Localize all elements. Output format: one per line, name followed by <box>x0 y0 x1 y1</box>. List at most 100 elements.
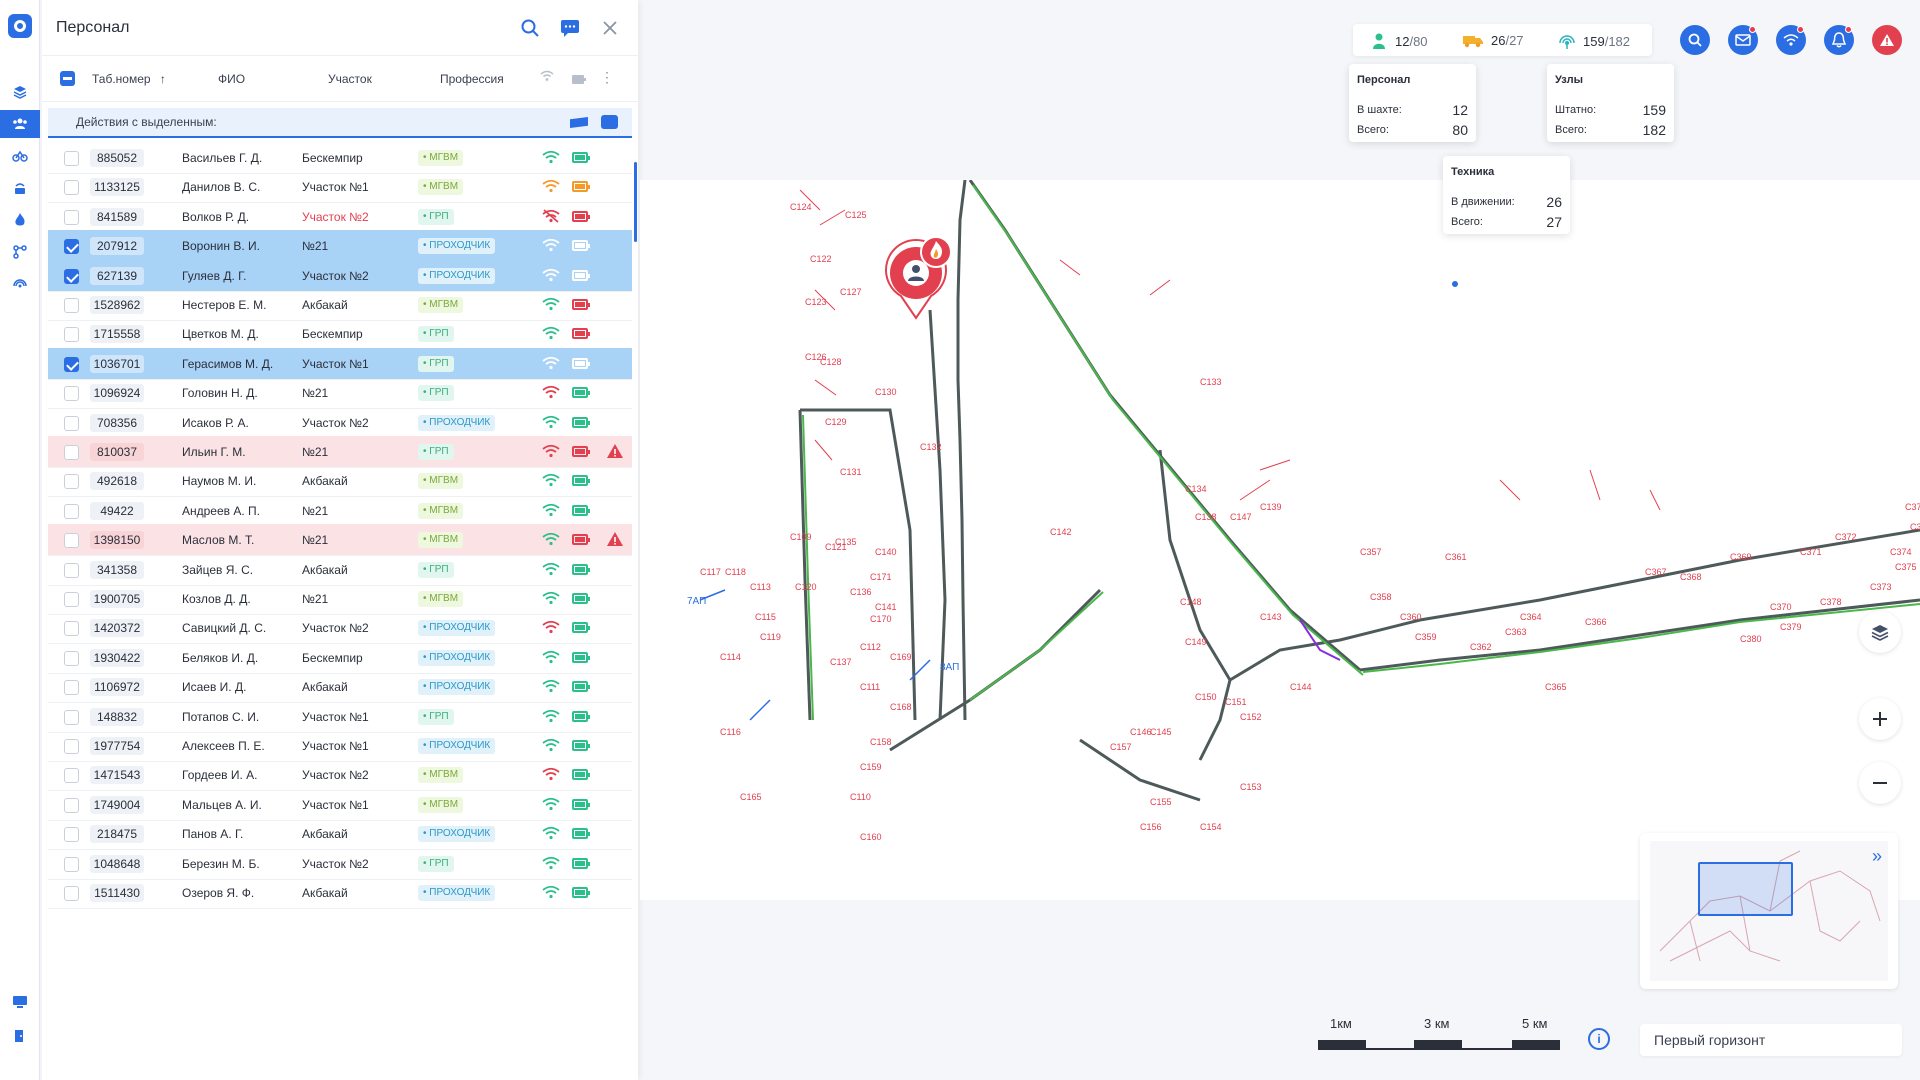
table-row[interactable]: 207912 Воронин В. И. №21 • ПРОХОДЧИК <box>48 230 632 263</box>
column-profession[interactable]: Профессия <box>440 72 504 86</box>
row-checkbox[interactable] <box>64 739 79 754</box>
chevron-double-right-icon[interactable]: » <box>1864 843 1890 869</box>
table-row[interactable]: 1420372 Савицкий Д. С. Участок №2 • ПРОХОДЧ… <box>48 612 632 645</box>
info-icon[interactable]: i <box>1588 1028 1610 1050</box>
table-row[interactable]: 492618 Наумов М. И. Акбакай • МГВМ <box>48 465 632 498</box>
horizon-select[interactable]: Первый горизонт <box>1640 1024 1902 1056</box>
zoom-out-button[interactable] <box>1859 762 1901 804</box>
column-site[interactable]: Участок <box>328 72 372 86</box>
zoom-in-button[interactable] <box>1859 698 1901 740</box>
table-row[interactable]: 1398150 Маслов М. Т. №21 • МГВМ <box>48 524 632 557</box>
table-row[interactable]: 1048648 Березин М. Б. Участок №2 • ГРП <box>48 848 632 880</box>
row-checkbox[interactable] <box>64 562 79 578</box>
app-logo-icon[interactable] <box>8 14 32 38</box>
search-icon[interactable] <box>516 14 544 42</box>
layers-button[interactable] <box>1859 611 1901 653</box>
column-tab-number[interactable]: Таб.номер ↑ <box>92 72 166 86</box>
row-checkbox[interactable] <box>64 533 79 549</box>
warning-icon[interactable] <box>606 531 624 547</box>
row-checkbox[interactable] <box>64 592 79 607</box>
row-checkbox[interactable] <box>64 886 79 901</box>
personnel-nav-icon[interactable] <box>0 110 40 138</box>
table-row[interactable]: 1106972 Исаев И. Д. Акбакай • ПРОХОДЧИК <box>48 671 632 704</box>
table-row[interactable]: 1511430 Озеров Я. Ф. Акбакай • ПРОХОДЧИК <box>48 877 632 909</box>
scrollbar[interactable] <box>634 162 637 242</box>
global-search-button[interactable] <box>1680 25 1710 55</box>
select-all-checkbox[interactable] <box>60 71 75 86</box>
row-checkbox[interactable] <box>64 503 79 519</box>
row-checkbox[interactable] <box>64 709 79 725</box>
row-checkbox[interactable] <box>64 151 79 166</box>
row-checkbox[interactable] <box>64 797 79 813</box>
warning-icon[interactable] <box>606 443 624 459</box>
row-checkbox[interactable] <box>64 386 79 402</box>
table-row[interactable]: 841589 Волков Р. Д. Участок №2 • ГРП <box>48 201 632 233</box>
sensors-nav-icon[interactable] <box>0 174 40 202</box>
chat-bulk-icon[interactable] <box>601 115 618 129</box>
vehicles-nav-icon[interactable] <box>0 142 40 170</box>
row-checkbox[interactable] <box>64 298 79 313</box>
row-checkbox[interactable] <box>64 768 79 784</box>
stat-vehicles[interactable]: 26/27 <box>1463 33 1524 48</box>
chat-icon[interactable] <box>556 14 584 42</box>
table-row[interactable]: 1036701 Герасимов М. Д. Участок №1 • ГРП <box>48 347 632 380</box>
layers-nav-icon[interactable] <box>0 78 40 106</box>
table-header: Таб.номер ↑ ФИО Участок Профессия ⋮ <box>42 56 638 102</box>
row-tab-number: 1106972 <box>90 678 144 697</box>
row-checkbox[interactable] <box>64 474 79 490</box>
table-row[interactable]: 148832 Потапов С. И. Участок №1 • ГРП <box>48 701 632 733</box>
row-checkbox[interactable] <box>64 856 79 872</box>
fire-alert-pin-icon[interactable] <box>873 230 959 320</box>
table-row[interactable]: 1471543 Гордеев И. А. Участок №2 • МГВМ <box>48 759 632 792</box>
alarm-button[interactable] <box>1872 25 1902 55</box>
table-row[interactable]: 49422 Андреев А. П. №21 • МГВМ <box>48 495 632 527</box>
mine-map[interactable]: С124С125С122С123С127С128С126С129С130С131… <box>640 180 1920 900</box>
row-checkbox[interactable] <box>64 209 79 225</box>
minimap-viewport[interactable] <box>1698 862 1793 916</box>
row-checkbox[interactable] <box>64 327 79 343</box>
close-icon[interactable] <box>596 14 624 42</box>
network-button[interactable] <box>1776 25 1806 55</box>
row-checkbox[interactable] <box>64 650 79 666</box>
logout-nav-icon[interactable] <box>0 1022 40 1050</box>
table-row[interactable]: 708356 Исаков Р. А. Участок №2 • ПРОХОДЧИК <box>48 407 632 439</box>
stat-personnel[interactable]: 12/80 <box>1371 33 1428 49</box>
minimap-canvas[interactable] <box>1650 841 1888 981</box>
fire-nav-icon[interactable] <box>0 206 40 234</box>
table-row[interactable]: 341358 Зайцев Я. С. Акбакай • ГРП <box>48 554 632 586</box>
row-checkbox[interactable] <box>64 239 79 255</box>
map-node-label: С138 <box>1195 512 1217 522</box>
notifications-button[interactable] <box>1824 25 1854 55</box>
table-row[interactable]: 885052 Васильев Г. Д. Бескемпир • МГВМ <box>48 142 632 174</box>
routes-nav-icon[interactable] <box>0 238 40 266</box>
table-row[interactable]: 810037 Ильин Г. М. №21 • ГРП <box>48 436 632 468</box>
table-row[interactable]: 1749004 Мальцев А. И. Участок №1 • МГВМ <box>48 789 632 821</box>
table-row[interactable]: 1977754 Алексеев П. Е. Участок №1 • ПРОХОДЧ… <box>48 730 632 762</box>
table-row[interactable]: 1930422 Беляков И. Д. Бескемпир • ПРОХОДЧИК <box>48 642 632 674</box>
row-checkbox[interactable] <box>64 415 79 431</box>
row-checkbox[interactable] <box>64 180 79 196</box>
table-row[interactable]: 1715558 Цветков М. Д. Бескемпир • ГРП <box>48 318 632 351</box>
column-menu-icon[interactable]: ⋮ <box>600 69 614 86</box>
table-row[interactable]: 1900705 Козлов Д. Д. №21 • МГВМ <box>48 583 632 615</box>
table-row[interactable]: 627139 Гуляев Д. Г. Участок №2 • ПРОХОДЧИК <box>48 259 632 292</box>
battery-icon <box>572 828 590 840</box>
row-checkbox[interactable] <box>64 356 79 372</box>
row-checkbox[interactable] <box>64 680 79 696</box>
table-row[interactable]: 1096924 Головин Н. Д. №21 • ГРП <box>48 377 632 410</box>
table-row[interactable]: 1528962 Нестеров Е. М. Акбакай • МГВМ <box>48 289 632 321</box>
table-row[interactable]: 218475 Панов А. Г. Акбакай • ПРОХОДЧИК <box>48 818 632 851</box>
network-nav-icon[interactable] <box>0 270 40 298</box>
stat-nodes[interactable]: 159/182 <box>1559 33 1630 49</box>
row-checkbox[interactable] <box>64 445 79 460</box>
flag-icon[interactable] <box>570 117 588 128</box>
row-checkbox[interactable] <box>64 621 79 637</box>
table-row[interactable]: 1133125 Данилов В. С. Участок №1 • МГВМ <box>48 171 632 204</box>
column-fio[interactable]: ФИО <box>218 72 245 86</box>
row-checkbox[interactable] <box>64 268 79 284</box>
monitor-nav-icon[interactable] <box>0 988 40 1016</box>
minimap[interactable]: » <box>1640 833 1898 989</box>
row-site: Акбакай <box>302 680 348 695</box>
messages-button[interactable] <box>1728 25 1758 55</box>
row-checkbox[interactable] <box>64 827 79 843</box>
